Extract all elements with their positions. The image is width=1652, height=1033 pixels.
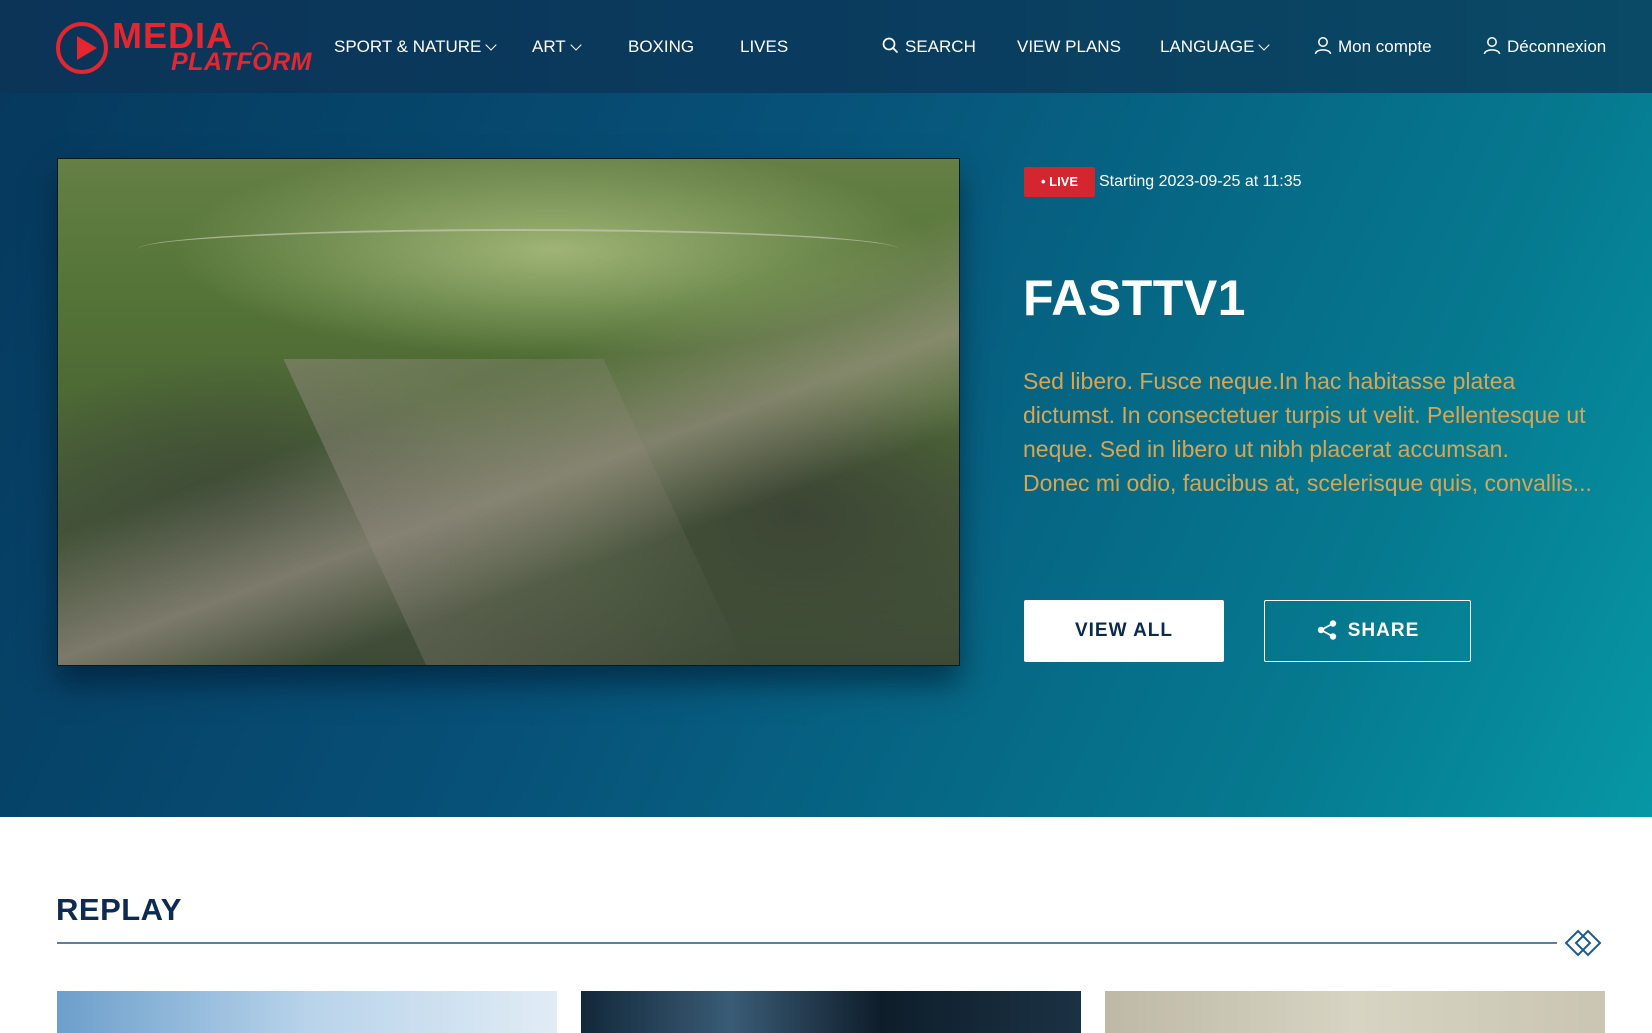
replay-divider bbox=[57, 942, 1557, 944]
replay-thumbnail[interactable] bbox=[57, 991, 557, 1033]
nav-search[interactable]: SEARCH bbox=[882, 33, 976, 61]
logo-text-platform: PLATFORM bbox=[171, 48, 313, 76]
nav-art-label: ART bbox=[532, 37, 566, 56]
user-icon bbox=[1314, 37, 1332, 55]
chevron-down-icon bbox=[485, 39, 498, 51]
description-paragraph-2: Donec mi odio, faucibus at, scelerisque … bbox=[1023, 470, 1592, 496]
start-time: Starting 2023-09-25 at 11:35 bbox=[1099, 173, 1302, 190]
nav-logout[interactable]: Déconnexion bbox=[1483, 33, 1606, 61]
video-scene-ridge bbox=[283, 359, 753, 665]
chevron-down-icon bbox=[570, 39, 582, 51]
nav-boxing[interactable]: BOXING bbox=[628, 33, 694, 61]
view-all-button[interactable]: VIEW ALL bbox=[1024, 600, 1224, 662]
video-scene-road bbox=[138, 229, 898, 269]
live-video-player[interactable] bbox=[57, 158, 960, 666]
nav-art[interactable]: ART bbox=[532, 33, 582, 61]
share-icon bbox=[1317, 620, 1336, 640]
search-icon bbox=[882, 37, 899, 54]
replay-section-title: REPLAY bbox=[56, 892, 182, 927]
nav-language[interactable]: LANGUAGE bbox=[1160, 33, 1271, 61]
replay-thumbnail[interactable] bbox=[581, 991, 1081, 1033]
user-icon bbox=[1483, 37, 1501, 55]
channel-title: FASTTV1 bbox=[1023, 270, 1246, 326]
nav-logout-label: Déconnexion bbox=[1507, 37, 1607, 56]
nav-lives[interactable]: LIVES bbox=[740, 33, 788, 61]
play-logo-icon bbox=[56, 22, 108, 74]
channel-description: Sed libero. Fusce neque.In hac habitasse… bbox=[1023, 364, 1593, 500]
description-paragraph-1: Sed libero. Fusce neque.In hac habitasse… bbox=[1023, 368, 1586, 462]
double-chevron-right-icon[interactable] bbox=[1562, 926, 1604, 960]
media-platform-logo[interactable]: MEDIA PLATFORM bbox=[56, 16, 313, 76]
chevron-down-icon bbox=[1258, 39, 1271, 51]
live-badge: • LIVE bbox=[1024, 167, 1095, 197]
nav-language-label: LANGUAGE bbox=[1160, 37, 1255, 56]
nav-view-plans[interactable]: VIEW PLANS bbox=[1017, 33, 1121, 61]
nav-sport-nature[interactable]: SPORT & NATURE bbox=[334, 33, 498, 61]
nav-sport-nature-label: SPORT & NATURE bbox=[334, 37, 482, 56]
nav-account-label: Mon compte bbox=[1338, 37, 1432, 56]
site-header: MEDIA PLATFORM SPORT & NATURE ART BOXING… bbox=[0, 0, 1652, 93]
share-button-label: SHARE bbox=[1347, 620, 1420, 641]
replay-thumbnail[interactable] bbox=[1105, 991, 1605, 1033]
share-button[interactable]: SHARE bbox=[1264, 600, 1471, 662]
nav-account[interactable]: Mon compte bbox=[1314, 33, 1432, 61]
nav-search-label: SEARCH bbox=[905, 37, 976, 56]
